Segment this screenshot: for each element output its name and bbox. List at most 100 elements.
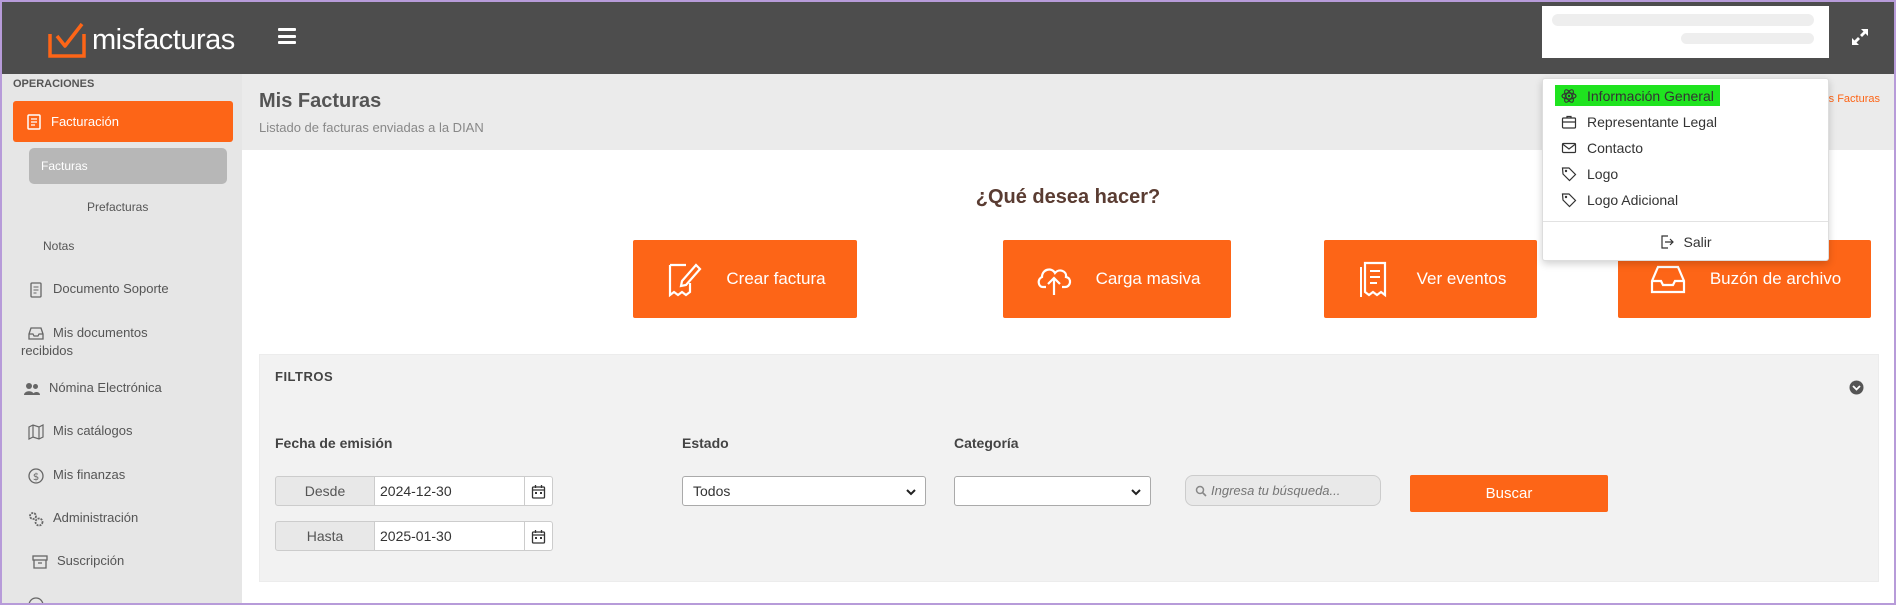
user-company-redacted [1681,33,1814,44]
menu-item-logo-adicional[interactable]: Logo Adicional [1555,189,1684,210]
sidebar-item-label: Mis finanzas [53,467,126,482]
sidebar-item-facturacion[interactable]: Facturación [13,101,233,142]
app-window: misfacturas OPERACIONES Facturación Fact… [0,0,1896,605]
sidebar-item-label: Suscripción [57,553,125,568]
gears-icon [29,512,44,527]
logout-button[interactable]: Salir [1543,234,1828,250]
menu-item-label: Contacto [1587,139,1644,156]
menu-item-label: Logo Adicional [1587,191,1679,208]
buscar-button[interactable]: Buscar [1410,475,1608,512]
categoria-label: Categoría [954,435,1019,451]
action-label: Crear factura [726,269,826,288]
logo-check-icon [48,22,86,58]
sidebar-item-documento-soporte[interactable]: Documento Soporte [27,281,169,299]
sidebar-item-documentos-recibidos[interactable]: Mis documentos recibidos [21,324,167,360]
menu-item-label: Representante Legal [1587,113,1717,130]
dollar-icon: $ [28,468,44,484]
filters-panel: FILTROS Fecha de emisión Estado Categorí… [259,354,1879,582]
user-name-redacted [1552,14,1814,26]
calendar-icon [531,529,546,544]
user-account-button[interactable] [1542,6,1829,58]
fecha-emision-label: Fecha de emisión [275,435,393,451]
menu-item-informacion-general[interactable]: Información General [1555,85,1720,106]
sidebar-subitem-prefacturas[interactable]: Prefacturas [87,200,148,214]
atom-icon [1561,88,1577,103]
sidebar-item-nomina[interactable]: Nómina Electrónica [23,380,162,398]
tag-icon [1561,166,1577,181]
fullscreen-icon[interactable] [1850,27,1870,47]
chevron-down-icon [1131,489,1141,496]
desde-date-input[interactable] [375,476,525,506]
edit-invoice-icon [669,263,702,298]
chevron-down-circle-icon[interactable] [1849,380,1864,395]
chevron-down-icon [906,489,916,496]
logo[interactable]: misfacturas [48,22,235,58]
desde-label: Desde [275,476,375,506]
top-bar: misfacturas [2,2,1894,74]
sidebar-item-label: Nómina Electrónica [49,380,162,395]
receipt-icon [1359,261,1386,298]
sidebar-item-finanzas[interactable]: $ Mis finanzas [27,467,125,485]
action-label: Carga masiva [1095,269,1201,288]
sidebar-subitem-facturas[interactable]: Facturas [29,148,227,184]
id-card-icon [1561,115,1577,129]
crear-factura-button[interactable]: Crear factura [633,240,857,318]
ver-eventos-button[interactable]: Ver eventos [1324,240,1537,318]
search-box[interactable] [1185,475,1381,506]
estado-selected-value: Todos [693,483,731,499]
breadcrumb[interactable]: s Facturas [1829,93,1880,105]
calendar-icon [531,484,546,499]
hasta-date-input[interactable] [375,521,525,551]
users-icon [24,383,40,395]
page-subtitle: Listado de facturas enviadas a la DIAN [259,120,484,135]
sidebar-subitem-notas[interactable]: Notas [43,239,74,253]
estado-select[interactable]: Todos [682,476,926,506]
map-icon [28,424,44,440]
menu-item-representante-legal[interactable]: Representante Legal [1555,111,1723,132]
clock-icon [28,597,44,603]
sidebar-item-catalogos[interactable]: Mis catálogos [27,423,132,441]
action-label: Buzón de archivo [1709,269,1842,288]
invoice-icon [27,113,41,130]
menu-divider [1543,221,1828,222]
sidebar-item-label: Facturación [51,114,119,129]
page-title: Mis Facturas [259,90,382,112]
sidebar-item-administracion[interactable]: Administración [27,510,138,528]
sidebar-item-label: Administración [53,510,139,525]
logo-text: misfacturas [92,23,235,56]
desde-calendar-button[interactable] [525,476,553,506]
tag-icon [1561,192,1577,207]
sidebar: OPERACIONES Facturación Facturas Prefact… [2,74,242,603]
filters-title: FILTROS [275,369,334,384]
search-input[interactable] [1211,483,1371,498]
menu-toggle-icon[interactable] [278,28,296,44]
hasta-calendar-button[interactable] [525,521,553,551]
logout-icon [1661,235,1675,249]
sidebar-item-more[interactable] [27,596,45,603]
sidebar-item-label: Mis documentos recibidos [21,325,148,358]
categoria-select[interactable] [954,476,1151,506]
sidebar-subitem-label: Facturas [41,159,88,173]
estado-label: Estado [682,435,729,451]
menu-item-contacto[interactable]: Contacto [1555,137,1649,158]
cloud-upload-icon [1037,268,1071,295]
svg-text:$: $ [33,472,39,483]
document-icon [30,282,42,298]
menu-item-label: Logo [1587,165,1619,182]
envelope-icon [1561,142,1577,153]
menu-item-logo[interactable]: Logo [1555,163,1624,184]
menu-item-label: Información General [1587,87,1714,104]
search-icon [1195,485,1207,497]
sidebar-item-suscripcion[interactable]: Suscripción [31,553,124,571]
logout-label: Salir [1683,234,1712,250]
hasta-label: Hasta [275,521,375,551]
user-dropdown-menu: Información General Representante Legal … [1542,78,1829,261]
hasta-date-group: Hasta [275,521,553,551]
desde-date-group: Desde [275,476,553,506]
sidebar-item-label: Mis catálogos [53,423,133,438]
carga-masiva-button[interactable]: Carga masiva [1003,240,1231,318]
sidebar-item-label: Documento Soporte [53,281,169,296]
archive-icon [32,555,48,569]
sidebar-section-title: OPERACIONES [13,78,95,90]
action-label: Ver eventos [1416,269,1507,288]
